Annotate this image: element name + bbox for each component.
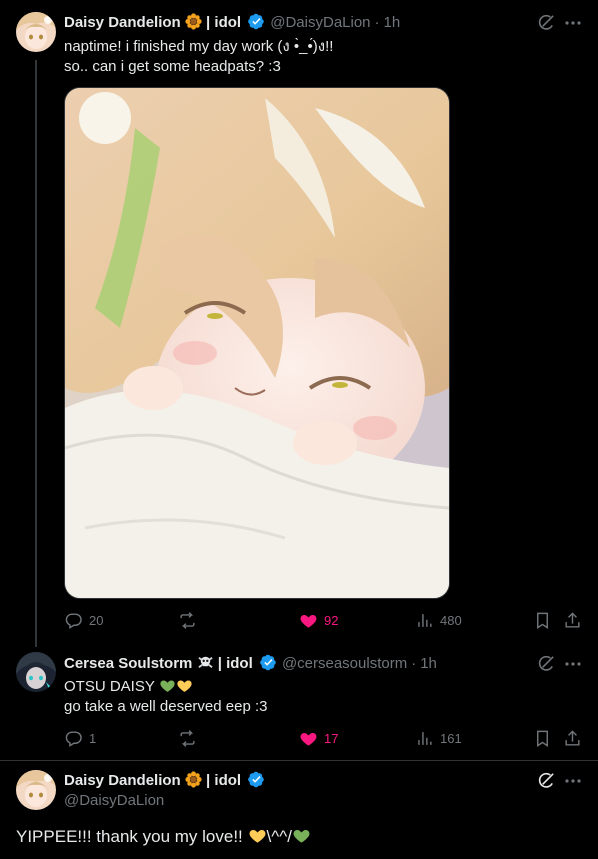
bookmark-button[interactable]: [533, 611, 552, 630]
tweet-text-line-2: go take a well deserved eep :3: [64, 698, 268, 715]
tweet-text-line-2: so.. can i get some headpats? :3: [64, 58, 281, 75]
grok-icon[interactable]: [537, 654, 557, 674]
view-count: 480: [440, 613, 462, 628]
views-chart-icon: [418, 732, 432, 745]
reply-count: 20: [89, 613, 104, 628]
sunflower-icon: [185, 771, 202, 788]
like-count: 92: [324, 613, 339, 628]
heart-filled-icon: [300, 614, 317, 628]
share-icon: [565, 612, 580, 628]
verified-badge-icon: [260, 654, 277, 671]
tweet-header: Cersea Soulstorm | idol @cerseasoulstorm…: [64, 653, 437, 673]
separator-dot: ·: [374, 13, 380, 31]
views-chart-icon: [418, 614, 432, 627]
bookmark-icon: [537, 730, 548, 747]
tweet-header: Daisy Dandelion | idol @DaisyDaLion · 1h: [64, 12, 400, 32]
share-icon: [565, 730, 580, 746]
reply-button[interactable]: 20: [64, 611, 103, 630]
reply-icon: [65, 613, 82, 629]
display-name[interactable]: Daisy Dandelion | idol: [64, 13, 265, 31]
divider: [0, 760, 598, 761]
tweet-text: YIPPEE!!! thank you my love!! \^^/: [16, 826, 311, 848]
skull-crossbones-icon: [197, 654, 214, 671]
view-count: 161: [440, 731, 462, 746]
share-button[interactable]: [563, 611, 582, 630]
handle[interactable]: @cerseasoulstorm: [282, 655, 407, 672]
more-options-icon[interactable]: [564, 13, 582, 33]
like-button[interactable]: 92: [299, 611, 338, 630]
retweet-icon: [180, 612, 195, 629]
tweet-text-line-1: OTSU DAISY: [64, 677, 193, 697]
grok-icon[interactable]: [537, 13, 557, 33]
retweet-icon: [180, 730, 195, 747]
more-options-icon[interactable]: [564, 654, 582, 674]
timestamp[interactable]: 1h: [420, 655, 437, 672]
green-heart-icon: [159, 677, 176, 694]
verified-badge-icon: [248, 13, 265, 30]
reply-count: 1: [89, 731, 97, 746]
like-button[interactable]: 17: [299, 729, 338, 748]
verified-badge-icon: [248, 771, 265, 788]
timestamp[interactable]: 1h: [384, 14, 401, 31]
yellow-heart-icon: [248, 826, 267, 845]
more-options-icon[interactable]: [564, 771, 582, 791]
avatar[interactable]: [16, 770, 56, 810]
avatar[interactable]: [16, 12, 56, 52]
share-button[interactable]: [563, 729, 582, 748]
thread-line: [35, 60, 37, 647]
like-count: 17: [324, 731, 339, 746]
display-name[interactable]: Daisy Dandelion | idol: [64, 771, 265, 789]
sunflower-icon: [185, 13, 202, 30]
heart-filled-icon: [300, 732, 317, 746]
retweet-button[interactable]: [178, 729, 203, 748]
bookmark-button[interactable]: [533, 729, 552, 748]
handle[interactable]: @DaisyDaLion: [64, 792, 164, 809]
retweet-button[interactable]: [178, 611, 203, 630]
green-heart-icon: [292, 826, 311, 845]
views-button[interactable]: 161: [415, 729, 462, 748]
yellow-heart-icon: [176, 677, 193, 694]
tweet-image[interactable]: [64, 87, 450, 599]
reply-icon: [65, 731, 82, 747]
tweet-header: Daisy Dandelion | idol: [64, 770, 265, 790]
grok-icon[interactable]: [537, 771, 557, 791]
bookmark-icon: [537, 612, 548, 629]
handle[interactable]: @DaisyDaLion: [270, 14, 370, 31]
tweet-text-line-1: naptime! i finished my day work (ง •̀_•́…: [64, 38, 334, 55]
display-name[interactable]: Cersea Soulstorm | idol: [64, 654, 277, 672]
reply-button[interactable]: 1: [64, 729, 96, 748]
views-button[interactable]: 480: [415, 611, 462, 630]
avatar[interactable]: [16, 652, 56, 692]
separator-dot: ·: [411, 654, 417, 672]
